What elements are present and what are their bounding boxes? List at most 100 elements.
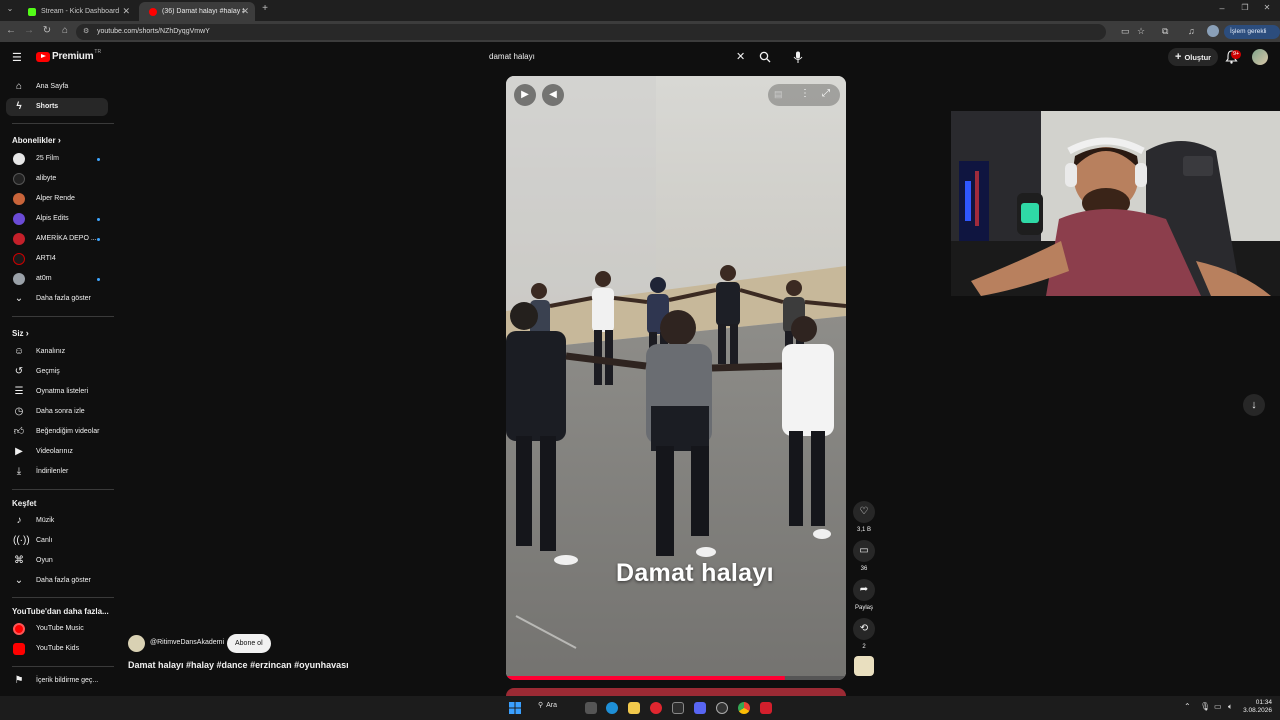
app-red-icon[interactable]: [760, 702, 772, 714]
tab-kick-dashboard[interactable]: Stream - Kick Dashboard ✕: [18, 2, 136, 21]
sidebar-item-history[interactable]: ↺ Geçmiş: [6, 363, 108, 381]
channel-name[interactable]: @RitimveDansAkademi: [150, 639, 224, 646]
sidebar-item-subscription[interactable]: Alper Rende: [6, 190, 108, 208]
show-more-subscriptions[interactable]: ⌄ Daha fazla göster: [6, 290, 108, 308]
mic-tray-icon[interactable]: 🎙︎: [1200, 702, 1210, 711]
task-view-icon[interactable]: [585, 702, 597, 714]
action-required-button[interactable]: İşlem gerekli ⋮: [1224, 25, 1280, 49]
sidebar-item-subscription[interactable]: Alpis Edits: [6, 210, 108, 228]
create-label: Oluştur: [1184, 53, 1212, 62]
tray-chevron-icon[interactable]: ⌃: [1184, 702, 1191, 711]
sidebar-item-report[interactable]: ⚑ İçerik bildirme geç...: [6, 672, 108, 690]
sidebar-item-subscription[interactable]: AMERİKA DEPO ...: [6, 230, 108, 248]
maximize-icon[interactable]: ❐: [1238, 3, 1252, 12]
remix-button[interactable]: ⟲: [853, 618, 875, 640]
channel-avatar[interactable]: [128, 635, 145, 652]
taskbar-clock[interactable]: 01:34 3.08.2026: [1243, 699, 1272, 715]
extensions-icon[interactable]: ⧉: [1162, 26, 1168, 37]
comments-button[interactable]: ▭: [853, 540, 875, 562]
menu-icon[interactable]: ☰: [12, 51, 22, 64]
video-title[interactable]: Damat halayı #halay #dance #erzincan #oy…: [128, 660, 349, 670]
sidebar-item-liked-videos[interactable]: 👍︎ Beğendiğim videolar: [6, 423, 108, 441]
share-label: Paylaş: [854, 605, 873, 611]
taskbar-search[interactable]: ⚲ Ara: [538, 701, 557, 709]
play-button[interactable]: ▶: [514, 84, 536, 106]
volume-tray-icon[interactable]: 🔈︎: [1228, 702, 1233, 712]
create-button[interactable]: + Oluştur: [1168, 48, 1219, 66]
sidebar-item-home[interactable]: ⌂ Ana Sayfa: [6, 78, 108, 96]
more-options-icon[interactable]: ⋮: [800, 88, 810, 99]
remix-count: 2: [862, 644, 866, 650]
chrome-icon[interactable]: [738, 702, 750, 714]
next-video-button[interactable]: ↓: [1243, 394, 1265, 416]
close-tab-icon[interactable]: ✕: [241, 6, 249, 17]
minimize-icon[interactable]: –: [1215, 3, 1229, 13]
sidebar-item-subscription[interactable]: ARTI4: [6, 250, 108, 268]
opera-icon[interactable]: [650, 702, 662, 714]
back-icon[interactable]: ←: [4, 25, 18, 36]
forward-icon[interactable]: →: [22, 25, 36, 36]
file-explorer-icon[interactable]: [628, 702, 640, 714]
sidebar-item-gaming[interactable]: ⌘ Oyun: [6, 552, 108, 570]
network-icon[interactable]: ▭: [1214, 702, 1222, 711]
discord-icon[interactable]: [694, 702, 706, 714]
sound-thumbnail[interactable]: [854, 656, 874, 676]
sidebar-item-watch-later[interactable]: ◷ Daha sonra izle: [6, 403, 108, 421]
sidebar-item-youtube-kids[interactable]: YouTube Kids: [6, 640, 108, 658]
reload-icon[interactable]: ↻: [40, 25, 54, 36]
sidebar-item-label: AMERİKA DEPO ...: [36, 235, 97, 242]
obs-icon[interactable]: [672, 702, 684, 714]
sidebar-item-music[interactable]: ♪ Müzik: [6, 512, 108, 530]
profile-avatar[interactable]: [1207, 25, 1219, 37]
sidebar-item-subscription[interactable]: alibyte: [6, 170, 108, 188]
shorts-video-player[interactable]: ▶ ◀ ▤ ⋮ ⤢: [506, 76, 846, 680]
search-input[interactable]: damat halayı ✕: [482, 47, 780, 68]
download-icon: ⤓: [16, 466, 22, 477]
app-icon[interactable]: [716, 702, 728, 714]
fullscreen-icon[interactable]: ⤢: [822, 88, 830, 99]
tab-youtube-shorts[interactable]: (36) Damat halayı #halay #dance ✕: [139, 2, 255, 21]
bookmark-star-icon[interactable]: ☆: [1137, 26, 1145, 37]
microphone-icon[interactable]: [793, 51, 803, 64]
tab-list-icon[interactable]: ⌄: [3, 4, 17, 13]
cast-icon[interactable]: ▭: [1121, 26, 1130, 37]
sidebar-item-label: Geçmiş: [36, 368, 60, 375]
sidebar-item-shorts[interactable]: ϟ Shorts: [6, 98, 108, 116]
webcam-overlay: [951, 111, 1280, 296]
url-field[interactable]: ⚙ youtube.com/shorts/NZhDyqgVmwY: [76, 24, 1106, 40]
comment-icon: ▭: [859, 545, 869, 556]
show-more-explore[interactable]: ⌄ Daha fazla göster: [6, 572, 108, 590]
home-icon[interactable]: ⌂: [58, 25, 72, 36]
search-icon[interactable]: [759, 51, 771, 63]
youtube-premium-logo[interactable]: Premium TR: [36, 48, 102, 62]
new-tab-icon[interactable]: +: [258, 3, 272, 14]
volume-button[interactable]: ◀: [542, 84, 564, 106]
country-code: TR: [94, 48, 102, 55]
you-heading[interactable]: Siz ›: [12, 328, 29, 338]
sidebar-item-playlists[interactable]: ☰ Oynatma listeleri: [6, 383, 108, 401]
close-window-icon[interactable]: ✕: [1260, 3, 1274, 12]
sidebar-item-your-channel[interactable]: ☺ Kanalınız: [6, 343, 108, 361]
windows-start-icon[interactable]: [509, 702, 521, 714]
subscriptions-heading[interactable]: Abonelikler ›: [12, 135, 61, 145]
sidebar-item-youtube-music[interactable]: YouTube Music: [6, 620, 108, 638]
media-icon[interactable]: ♫: [1188, 26, 1195, 36]
sidebar-item-downloads[interactable]: ⤓ İndirilenler: [6, 463, 108, 481]
like-button[interactable]: ♡: [853, 501, 875, 523]
account-avatar[interactable]: [1252, 49, 1268, 65]
new-content-dot: [97, 218, 100, 221]
next-short-preview[interactable]: [506, 688, 846, 696]
clear-search-icon[interactable]: ✕: [736, 50, 745, 63]
subscribe-button[interactable]: Abone ol: [227, 634, 271, 653]
edge-browser-icon[interactable]: [606, 702, 618, 714]
share-button[interactable]: ➦: [853, 579, 875, 601]
sidebar-item-your-videos[interactable]: ▶ Videolarınız: [6, 443, 108, 461]
sidebar-item-subscription[interactable]: 25 Film: [6, 150, 108, 168]
sidebar-item-subscription[interactable]: at0m: [6, 270, 108, 288]
remix-icon: ⟲: [859, 623, 869, 634]
channel-avatar: [13, 233, 25, 245]
sidebar-item-live[interactable]: ((·)) Canlı: [6, 532, 108, 550]
captions-icon[interactable]: ▤: [774, 89, 783, 100]
site-info-icon[interactable]: ⚙: [83, 24, 89, 40]
close-tab-icon[interactable]: ✕: [122, 6, 130, 17]
